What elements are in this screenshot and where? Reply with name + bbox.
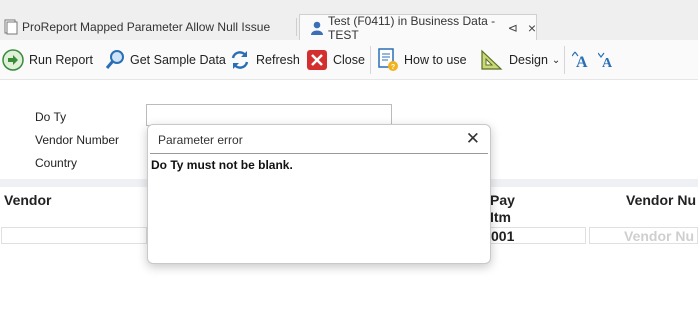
country-label: Country [35, 156, 78, 170]
design-dropdown-button[interactable]: Design ⌄ [480, 48, 560, 72]
get-sample-data-label: Get Sample Data [130, 53, 226, 67]
column-header-pay: Pay [490, 192, 515, 208]
vendor-number-placeholder: Vendor Nu [624, 228, 695, 244]
dialog-body: Do Ty must not be blank. [150, 153, 488, 261]
toolbar: Run Report Get Sample Data Refresh Close [0, 40, 698, 80]
svg-text:A: A [576, 54, 588, 70]
refresh-label: Refresh [256, 53, 300, 67]
svg-text:?: ? [391, 64, 395, 71]
design-label: Design [509, 53, 548, 67]
set-square-icon [481, 49, 503, 70]
user-icon [310, 20, 324, 36]
close-tab-icon[interactable]: × [528, 20, 536, 36]
tab-test-f0411[interactable]: Test (F0411) in Business Data - TEST ⊲ × [299, 13, 537, 42]
run-arrow-icon [2, 49, 24, 71]
refresh-button[interactable]: Refresh [229, 48, 300, 72]
dialog-title: Parameter error [158, 133, 243, 147]
run-report-button[interactable]: Run Report [2, 48, 93, 72]
toolbar-separator [564, 46, 565, 74]
tab-label: Test (F0411) in Business Data - TEST [328, 13, 496, 42]
get-sample-data-button[interactable]: Get Sample Data [105, 48, 226, 72]
svg-text:A: A [602, 56, 613, 70]
vendor-number-label: Vendor Number [35, 133, 120, 147]
how-to-use-button[interactable]: ? How to use [377, 48, 467, 72]
help-document-icon: ? [378, 48, 398, 71]
column-header-vendor-number: Vendor Nu [626, 192, 697, 208]
run-report-label: Run Report [29, 53, 93, 67]
do-ty-input[interactable] [146, 104, 392, 126]
font-decrease-icon: A [598, 52, 613, 70]
close-icon[interactable]: ✕ [466, 129, 480, 149]
how-to-use-label: How to use [404, 53, 467, 67]
magnifier-icon [105, 50, 124, 69]
font-increase-icon: A [572, 51, 588, 70]
pay-item-value: 001 [491, 228, 515, 244]
tab-separator [296, 18, 297, 36]
column-header-vendor: Vendor [4, 192, 52, 208]
chevron-down-icon: ⌄ [551, 54, 561, 66]
pin-icon[interactable]: ⊲ [508, 21, 518, 35]
close-button[interactable]: Close [306, 48, 365, 72]
grid-cell-pay-item[interactable]: 001 [490, 227, 586, 244]
toolbar-separator [370, 46, 371, 74]
increase-font-button[interactable]: A [572, 48, 597, 72]
refresh-icon [231, 51, 249, 69]
document-icon [4, 19, 18, 35]
error-message: Do Ty must not be blank. [151, 158, 293, 172]
close-label: Close [333, 53, 365, 67]
decrease-font-button[interactable]: A [598, 48, 623, 72]
parameter-error-dialog: Parameter error ✕ Do Ty must not be blan… [147, 124, 491, 264]
tab-proreport-mapped-parameter[interactable]: ProReport Mapped Parameter Allow Null Is… [4, 14, 296, 40]
grid-cell-vendor-number[interactable]: Vendor Nu [589, 227, 698, 244]
close-x-icon [307, 50, 327, 70]
tab-label: ProReport Mapped Parameter Allow Null Is… [22, 20, 271, 34]
do-ty-label: Do Ty [35, 110, 67, 124]
grid-cell-vendor[interactable] [1, 227, 147, 244]
column-header-itm: Itm [490, 209, 511, 225]
tab-strip: ProReport Mapped Parameter Allow Null Is… [0, 0, 698, 42]
